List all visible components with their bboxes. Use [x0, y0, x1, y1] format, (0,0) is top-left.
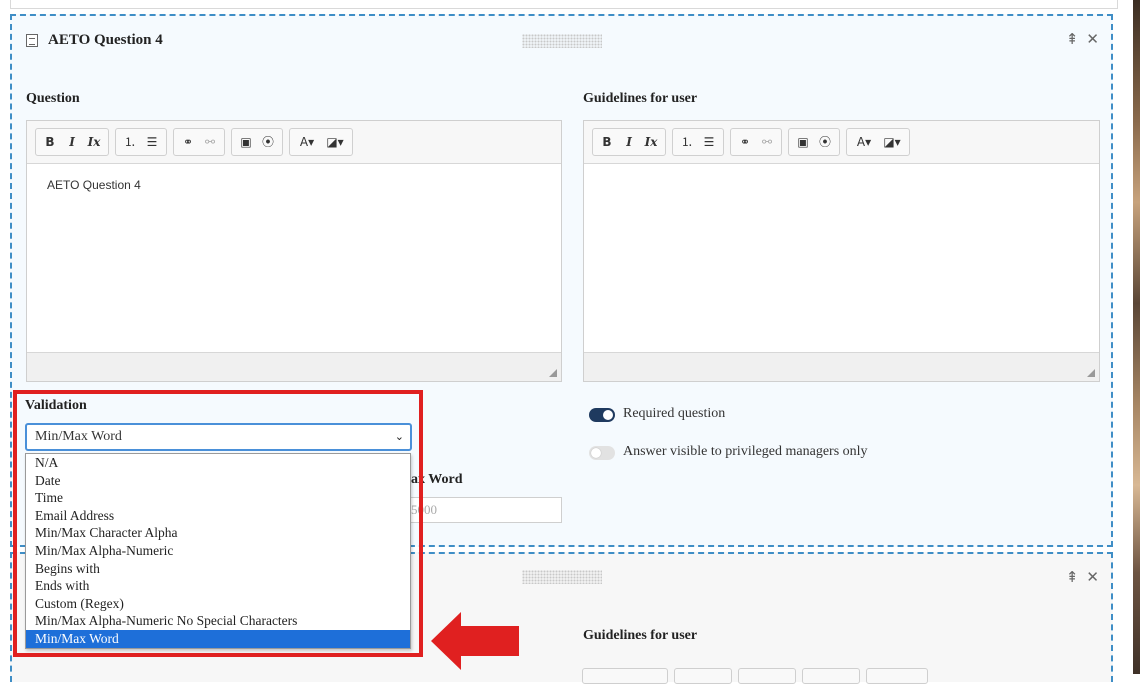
image-icon[interactable]: ▣	[793, 132, 813, 152]
list-group: ⒈ ☰	[672, 128, 724, 156]
image-icon[interactable]: ▣	[236, 132, 256, 152]
max-word-input[interactable]: 5000	[399, 497, 562, 523]
panel-controls: ⇞ ✕	[1066, 568, 1099, 586]
clear-format-button[interactable]: Ix	[641, 132, 661, 152]
format-group: B I Ix	[592, 128, 666, 156]
color-group: A▾ ◪▾	[289, 128, 353, 156]
numbered-list-icon[interactable]: ⒈	[677, 132, 697, 152]
highlight-box	[13, 390, 423, 657]
link-icon[interactable]: ⚭	[735, 132, 755, 152]
red-arrow-annotation	[431, 612, 519, 670]
bold-button[interactable]: B	[40, 132, 60, 152]
background-wallpaper-strip	[1133, 0, 1140, 674]
question-text-area[interactable]: AETO Question 4	[27, 164, 561, 370]
background-color-icon[interactable]: ◪▾	[322, 132, 348, 152]
collapse-icon[interactable]: ⇞	[1066, 568, 1079, 586]
background-color-icon[interactable]: ◪▾	[879, 132, 905, 152]
bulleted-list-icon[interactable]: ☰	[142, 132, 162, 152]
media-group: ▣ ⦿	[231, 128, 283, 156]
toggle-knob	[591, 448, 601, 458]
guidelines-text-area[interactable]	[584, 164, 1099, 370]
editor-footer	[584, 352, 1099, 381]
italic-button[interactable]: I	[62, 132, 82, 152]
document-icon	[26, 34, 38, 47]
next-editor-toolbar	[582, 668, 928, 684]
resize-grip-icon[interactable]	[549, 369, 557, 377]
resize-grip-icon[interactable]	[1087, 369, 1095, 377]
editor-toolbar: B I Ix ⒈ ☰ ⚭ ⚯ ▣ ⦿ A▾ ◪▾	[584, 121, 1099, 164]
color-group: A▾ ◪▾	[846, 128, 910, 156]
guidelines-label: Guidelines for user	[583, 91, 698, 106]
toggle-knob	[603, 410, 613, 420]
bold-button[interactable]: B	[597, 132, 617, 152]
editor-toolbar: B I Ix ⒈ ☰ ⚭ ⚯ ▣ ⦿ A▾ ◪▾	[27, 121, 561, 164]
previous-panel-edge	[10, 0, 1118, 9]
panel-header: AETO Question 4	[26, 32, 163, 49]
media-icon[interactable]: ⦿	[258, 132, 278, 152]
privileged-label: Answer visible to privileged managers on…	[623, 444, 868, 459]
link-group: ⚭ ⚯	[730, 128, 782, 156]
text-color-icon[interactable]: A▾	[851, 132, 877, 152]
panel-title: AETO Question 4	[48, 32, 163, 48]
panel-controls: ⇞ ✕	[1066, 30, 1099, 48]
media-group: ▣ ⦿	[788, 128, 840, 156]
close-icon[interactable]: ✕	[1086, 30, 1099, 48]
privileged-toggle[interactable]	[589, 446, 615, 460]
drag-handle[interactable]	[522, 34, 602, 48]
text-color-icon[interactable]: A▾	[294, 132, 320, 152]
list-group: ⒈ ☰	[115, 128, 167, 156]
editor-footer	[27, 352, 561, 381]
unlink-icon[interactable]: ⚯	[757, 132, 777, 152]
unlink-icon[interactable]: ⚯	[200, 132, 220, 152]
collapse-icon[interactable]: ⇞	[1066, 30, 1079, 48]
question-label: Question	[26, 91, 80, 106]
question-editor: B I Ix ⒈ ☰ ⚭ ⚯ ▣ ⦿ A▾ ◪▾ AETO Question 4	[26, 120, 562, 382]
link-group: ⚭ ⚯	[173, 128, 225, 156]
link-icon[interactable]: ⚭	[178, 132, 198, 152]
guidelines-label: Guidelines for user	[583, 628, 698, 643]
italic-button[interactable]: I	[619, 132, 639, 152]
required-label: Required question	[623, 406, 726, 421]
required-toggle[interactable]	[589, 408, 615, 422]
clear-format-button[interactable]: Ix	[84, 132, 104, 152]
close-icon[interactable]: ✕	[1086, 568, 1099, 586]
numbered-list-icon[interactable]: ⒈	[120, 132, 140, 152]
media-icon[interactable]: ⦿	[815, 132, 835, 152]
bulleted-list-icon[interactable]: ☰	[699, 132, 719, 152]
drag-handle[interactable]	[522, 570, 602, 584]
format-group: B I Ix	[35, 128, 109, 156]
guidelines-editor: B I Ix ⒈ ☰ ⚭ ⚯ ▣ ⦿ A▾ ◪▾	[583, 120, 1100, 382]
